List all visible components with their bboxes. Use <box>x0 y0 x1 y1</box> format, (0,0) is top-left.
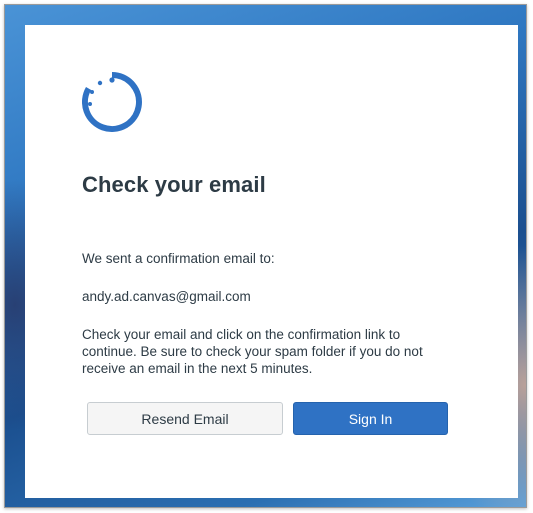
email-address: andy.ad.canvas@gmail.com <box>82 289 251 304</box>
canvas-logo-icon <box>82 72 142 132</box>
resend-email-button[interactable]: Resend Email <box>87 402 283 435</box>
instructions-text: Check your email and click on the confir… <box>82 327 423 376</box>
sign-in-button[interactable]: Sign In <box>293 402 448 435</box>
page-title: Check your email <box>82 172 266 197</box>
sent-label: We sent a confirmation email to: <box>82 251 275 266</box>
